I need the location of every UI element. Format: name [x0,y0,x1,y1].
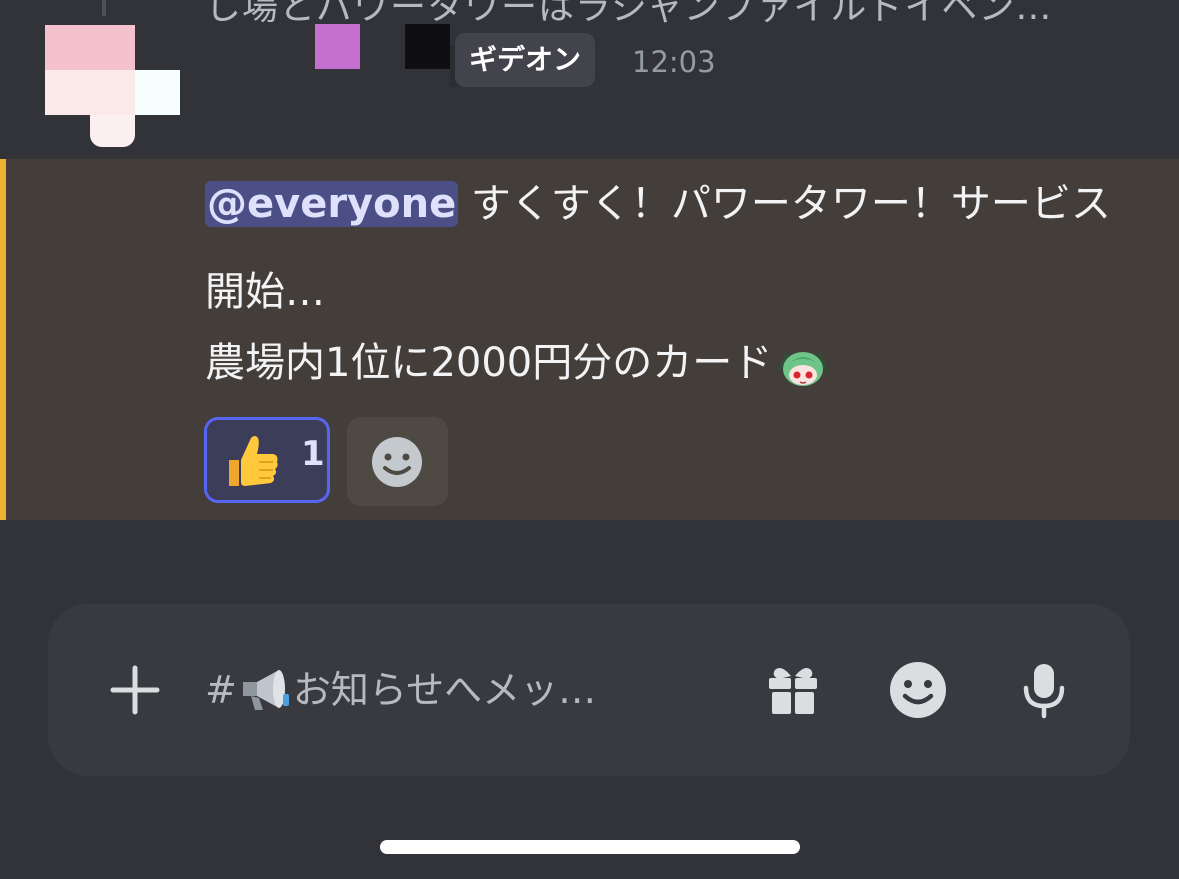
reply-thread-line [102,0,106,16]
everyone-mention[interactable]: @everyone [205,181,459,227]
thumbs-up-icon [221,430,283,492]
emoji-icon [890,662,946,718]
reaction-count: 1 [301,434,325,474]
composer-placeholder: お知らせへメッ… [292,668,597,712]
add-attachment-button[interactable] [105,660,165,720]
avatar-pixel [45,25,135,70]
plus-icon [110,665,160,715]
thumbs-up-reaction[interactable]: 1 [204,417,330,503]
avatar-pixel [90,115,135,147]
role-tooltip: ギデオン [455,33,596,87]
microphone-icon [1023,664,1065,719]
avatar-pixel [135,70,180,115]
mention-bar [0,159,6,520]
message-text-line2: 農場内1位に2000円分のカード [205,340,773,386]
gift-icon [769,668,817,714]
home-indicator[interactable] [380,840,800,854]
gift-button[interactable] [765,662,821,718]
message-text-line2-container: 農場内1位に2000円分のカード [205,333,832,393]
custom-emoji-icon [774,341,832,389]
message-input[interactable]: # お知らせへメッ… [205,660,596,720]
avatar-pixel [45,70,135,115]
role-icon [405,24,450,69]
channel-hash: # [205,668,237,712]
user-avatar[interactable] [45,25,185,150]
emoji-picker-button[interactable] [888,660,948,720]
message-content: @everyone すくすく！パワータワー！サービス開始… [205,160,1135,336]
add-reaction-icon [372,437,422,487]
voice-message-button[interactable] [1018,660,1070,720]
megaphone-icon [237,664,293,714]
add-reaction-button[interactable] [347,417,448,506]
message-timestamp: 12:03 [632,45,716,79]
username-redacted-block[interactable] [315,24,360,69]
